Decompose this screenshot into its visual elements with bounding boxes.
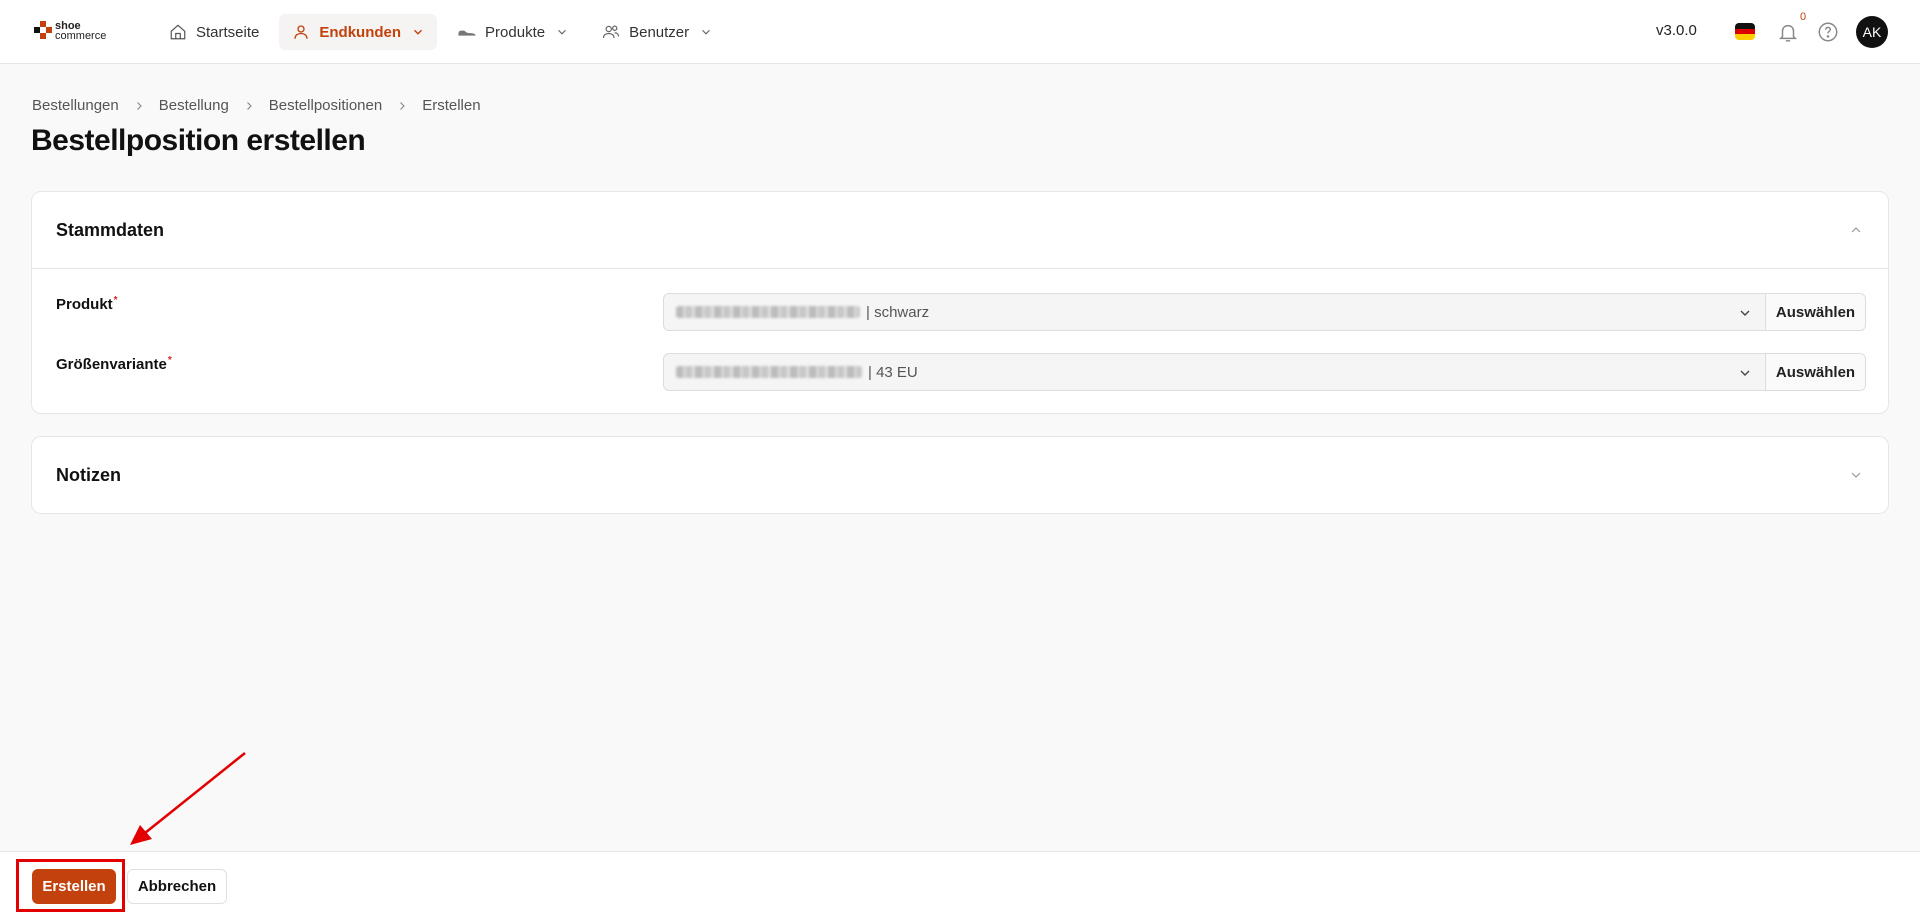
annotation-highlight-box [16, 859, 125, 912]
product-select-button[interactable]: Auswählen [1765, 293, 1866, 331]
nav-item-label: Produkte [485, 23, 546, 41]
master-data-section-header[interactable]: Stammdaten [32, 192, 1888, 268]
users-icon [601, 22, 621, 42]
section-title: Notizen [56, 464, 121, 485]
breadcrumb: Bestellungen Bestellung Bestellpositione… [32, 97, 481, 114]
notes-section-header[interactable]: Notizen [32, 437, 1888, 513]
logo-text-line2: commerce [55, 30, 107, 42]
size-variant-select-button[interactable]: Auswählen [1765, 353, 1866, 391]
redacted-text [676, 366, 862, 378]
shoe-commerce-logo[interactable]: shoe commerce [34, 21, 107, 42]
product-select[interactable]: | schwarz [663, 293, 1765, 331]
chevron-down-icon [1737, 365, 1753, 381]
nav-item-label: Startseite [196, 23, 260, 41]
nav-item-startseite[interactable]: Startseite [156, 14, 271, 50]
form-action-bar: Erstellen Abbrechen [0, 851, 1920, 919]
section-title: Stammdaten [56, 219, 165, 240]
chevron-right-icon [243, 100, 255, 112]
master-data-section: Stammdaten Produkt* | schwarz Auswählen … [31, 191, 1889, 414]
size-variant-field-label: Größenvariante* [56, 355, 172, 373]
notification-count-badge: 0 [1800, 11, 1807, 23]
user-avatar[interactable]: AK [1856, 16, 1888, 48]
nav-item-label: Endkunden [319, 23, 402, 41]
bell-icon[interactable] [1777, 21, 1799, 43]
annotation-arrow-icon [130, 752, 246, 845]
chevron-down-icon [411, 25, 425, 39]
chevron-down-icon [555, 25, 569, 39]
size-variant-select[interactable]: | 43 EU [663, 353, 1765, 391]
nav-item-produkte[interactable]: Produkte [445, 14, 581, 50]
breadcrumb-item-bestellpositionen[interactable]: Bestellpositionen [269, 97, 382, 114]
size-variant-select-value: | 43 EU [868, 363, 918, 381]
nav-item-endkunden[interactable]: Endkunden [279, 14, 438, 50]
chevron-right-icon [396, 100, 408, 112]
shoe-icon [457, 22, 477, 42]
help-icon[interactable] [1817, 21, 1839, 43]
chevron-up-icon[interactable] [1848, 222, 1864, 238]
chevron-down-icon[interactable] [1848, 467, 1864, 483]
home-icon [168, 22, 188, 42]
size-variant-field-row: Größenvariante* | 43 EU Auswählen [56, 353, 1866, 413]
nav-item-benutzer[interactable]: Benutzer [589, 14, 725, 50]
notes-section: Notizen [31, 436, 1889, 514]
chevron-right-icon [133, 100, 145, 112]
cancel-button[interactable]: Abbrechen [127, 869, 227, 904]
logo-mark-icon [34, 21, 52, 41]
main-nav: Startseite Endkunden Produkte Benutzer [156, 14, 733, 50]
product-field-row: Produkt* | schwarz Auswählen [56, 293, 1866, 353]
product-select-value: | schwarz [866, 303, 930, 321]
user-icon [291, 22, 311, 42]
breadcrumb-item-bestellungen[interactable]: Bestellungen [32, 97, 119, 114]
page-title: Bestellposition erstellen [31, 124, 366, 157]
chevron-down-icon [699, 25, 713, 39]
product-field-label: Produkt* [56, 295, 118, 313]
breadcrumb-item-erstellen: Erstellen [422, 97, 481, 114]
app-version: v3.0.0 [1656, 22, 1697, 39]
top-navigation-bar: shoe commerce Startseite Endkunden Produ… [0, 0, 1920, 64]
germany-flag-icon[interactable] [1735, 23, 1755, 40]
chevron-down-icon [1737, 305, 1753, 321]
breadcrumb-item-bestellung[interactable]: Bestellung [159, 97, 229, 114]
nav-item-label: Benutzer [629, 23, 690, 41]
redacted-text [676, 306, 860, 318]
